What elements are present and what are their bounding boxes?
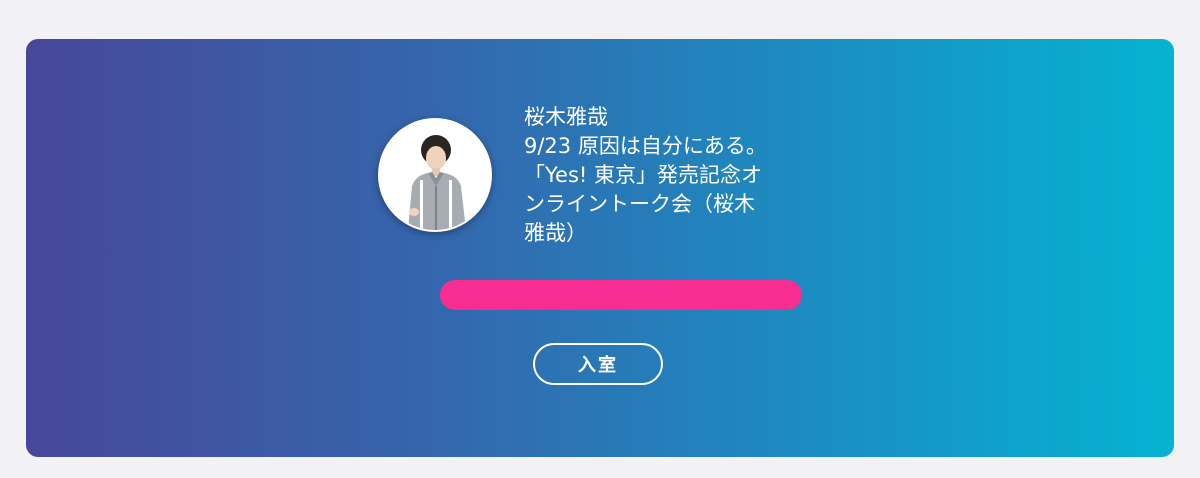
- event-title-line-1: 9/23 原因は自分にある。: [524, 134, 767, 158]
- event-title-line-2: 「Yes! 東京」発売記念オ: [524, 163, 762, 187]
- event-title-line-3: ンライントーク会（桜木: [524, 192, 755, 216]
- artist-photo: [380, 120, 490, 230]
- enter-room-button[interactable]: 入室: [533, 343, 663, 385]
- event-info: 桜木雅哉 9/23 原因は自分にある。 「Yes! 東京」発売記念オ ンライント…: [524, 103, 824, 248]
- redaction-mark: [440, 280, 802, 310]
- event-card: 桜木雅哉 9/23 原因は自分にある。 「Yes! 東京」発売記念オ ンライント…: [26, 39, 1174, 457]
- artist-name: 桜木雅哉: [524, 105, 608, 129]
- artist-avatar: [378, 118, 492, 232]
- event-title-line-4: 雅哉）: [524, 221, 587, 245]
